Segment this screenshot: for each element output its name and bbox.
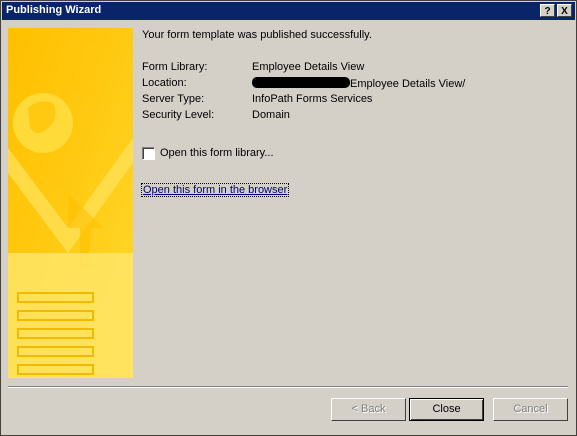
form-library-label: Form Library: [142,61,208,73]
close-window-button[interactable]: X [557,4,572,17]
open-in-browser-link[interactable]: Open this form in the browser [140,183,290,197]
cancel-button[interactable]: Cancel [493,398,568,421]
open-library-checkbox-label[interactable]: Open this form library... [160,147,274,159]
help-button[interactable]: ? [540,4,555,17]
window-title: Publishing Wizard [6,4,102,16]
banner-graphic [8,28,133,378]
form-library-value: Employee Details View [252,61,365,73]
button-separator [8,386,568,388]
title-bar[interactable]: Publishing Wizard ? X [2,2,575,20]
location-value-wrapper: Employee Details View/ [252,77,465,90]
security-level-label: Security Level: [142,109,215,121]
server-type-label: Server Type: [142,93,205,105]
location-label: Location: [142,77,187,89]
success-message: Your form template was published success… [142,29,372,41]
back-button[interactable]: < Back [331,398,406,421]
open-library-checkbox[interactable] [142,147,155,160]
close-button[interactable]: Close [409,398,484,421]
security-level-value: Domain [252,109,290,121]
server-type-value: InfoPath Forms Services [252,93,373,105]
redacted-url [252,77,350,88]
publishing-wizard-dialog: Publishing Wizard ? X Your form template… [0,0,577,436]
wizard-banner-image [8,28,133,378]
location-value: Employee Details View/ [350,78,466,90]
